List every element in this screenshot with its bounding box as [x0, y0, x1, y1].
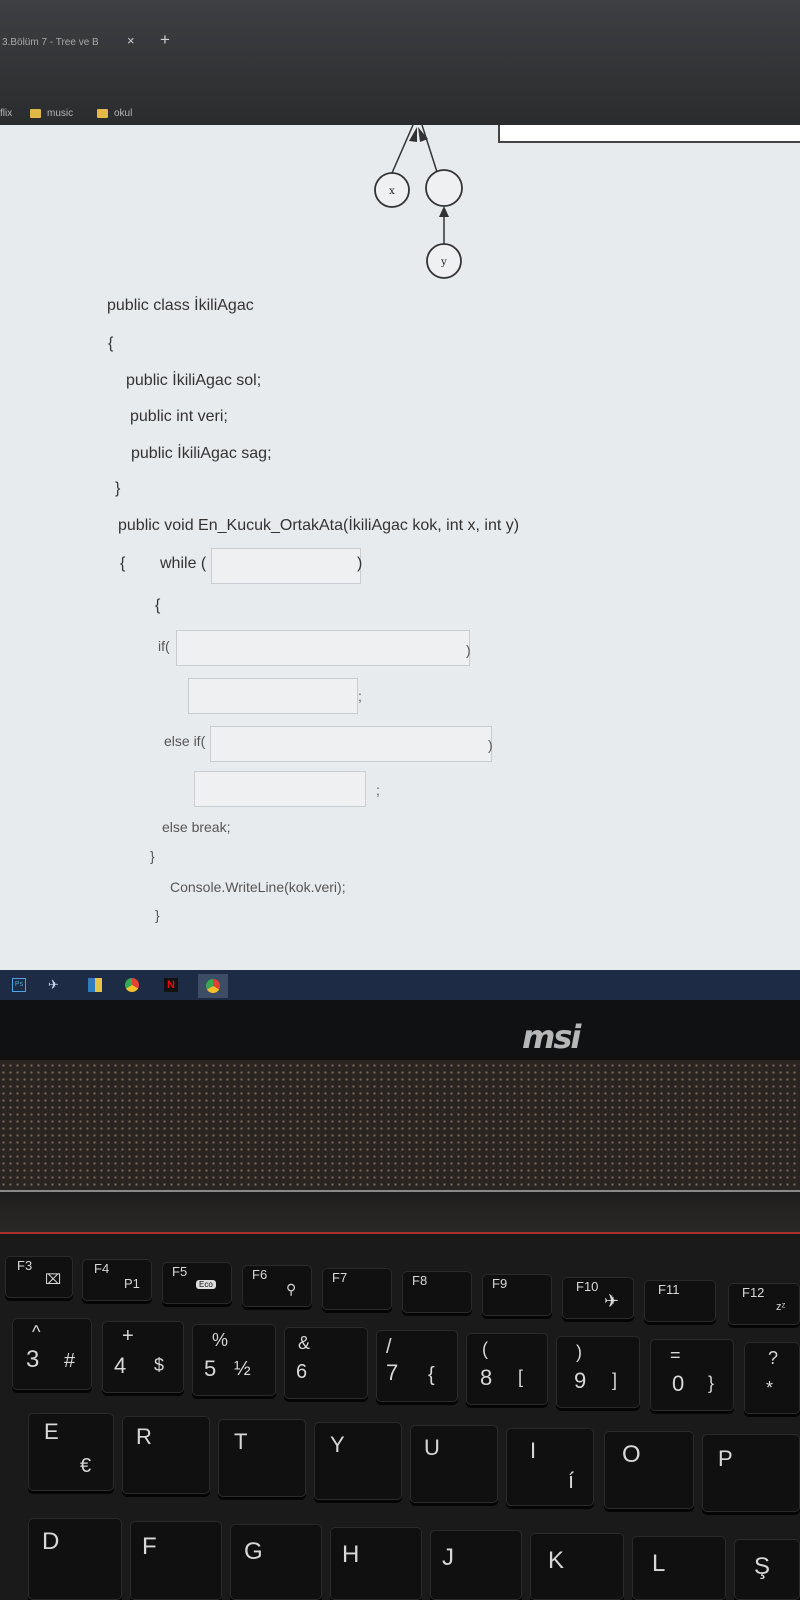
tree-diagram: x y — [374, 125, 463, 279]
key-4[interactable]: + 4 $ — [102, 1321, 184, 1393]
paren: ) — [488, 737, 493, 753]
key-p[interactable]: P — [702, 1434, 800, 1512]
key-8[interactable]: ( 8 [ — [466, 1333, 548, 1405]
tab-title: 3.Bölüm 7 - Tree ve B — [2, 37, 99, 48]
key-7[interactable]: / 7 { — [376, 1330, 458, 1402]
key-d[interactable]: D — [28, 1518, 122, 1600]
key-h[interactable]: H — [330, 1527, 422, 1600]
console-writeline: Console.WriteLine(kok.veri); — [170, 879, 346, 895]
key-f8[interactable]: F8 — [402, 1271, 472, 1313]
folder-icon — [97, 109, 108, 118]
key-f4[interactable]: F4 P1 — [82, 1259, 152, 1301]
tab-close-icon[interactable]: × — [127, 33, 135, 48]
chrome-icon — [206, 979, 220, 993]
bookmark-okul[interactable]: okul — [97, 108, 132, 119]
brace: } — [115, 480, 121, 497]
laptop-hinge — [0, 1190, 800, 1232]
chrome-icon[interactable] — [125, 978, 139, 992]
key-l[interactable]: L — [632, 1536, 726, 1600]
field-sol: public İkiliAgac sol; — [126, 372, 262, 389]
key-f[interactable]: F — [130, 1521, 222, 1600]
key-o[interactable]: O — [604, 1431, 694, 1509]
key-f9[interactable]: F9 — [482, 1274, 552, 1316]
else-if-condition-input[interactable] — [210, 726, 492, 762]
semicolon: ; — [358, 688, 362, 704]
key-f11[interactable]: F11 — [644, 1280, 716, 1322]
brace: { — [155, 597, 161, 614]
key-j[interactable]: J — [430, 1530, 522, 1600]
files-icon[interactable] — [88, 978, 102, 992]
semicolon: ; — [376, 782, 380, 798]
if-keyword: if( — [158, 638, 170, 654]
key-f7[interactable]: F7 — [322, 1268, 392, 1310]
arrow-head — [439, 206, 449, 217]
tree-node-parent — [425, 169, 463, 207]
brace: } — [155, 907, 160, 923]
while-keyword: while ( — [160, 555, 207, 572]
arrow-head — [409, 127, 417, 142]
key-u[interactable]: U — [410, 1425, 498, 1503]
new-tab-icon[interactable]: + — [160, 30, 170, 50]
field-veri: public int veri; — [130, 408, 228, 425]
while-condition-input[interactable] — [211, 548, 361, 584]
key-r[interactable]: R — [122, 1416, 210, 1494]
method-declaration: public void En_Kucuk_OrtakAta(İkiliAgac … — [118, 517, 520, 534]
chrome-active-tab[interactable] — [198, 974, 228, 998]
paren: ) — [357, 555, 363, 572]
node-y-label: y — [440, 257, 447, 268]
key-g[interactable]: G — [230, 1524, 322, 1600]
key-i[interactable]: I í — [506, 1428, 594, 1506]
browser-tab[interactable]: 3.Bölüm 7 - Tree ve B × — [0, 28, 150, 56]
key-6[interactable]: & 6 — [284, 1327, 368, 1399]
bookmark-label: okul — [114, 108, 133, 119]
key-f10[interactable]: F10 ✈ — [562, 1277, 634, 1319]
folder-icon — [30, 109, 41, 118]
key-question[interactable]: ? * — [744, 1342, 800, 1414]
bookmark-label: flix — [0, 108, 13, 119]
else-if-statement-input[interactable] — [194, 771, 366, 807]
else-break: else break; — [162, 819, 231, 835]
if-statement-input[interactable] — [188, 678, 358, 714]
key-f5[interactable]: F5 Eco — [162, 1262, 232, 1304]
key-0[interactable]: = 0 } — [650, 1339, 734, 1411]
brace: } — [150, 848, 155, 864]
key-3[interactable]: ^ 3 # — [12, 1318, 92, 1390]
key-k[interactable]: K — [530, 1533, 624, 1600]
key-5[interactable]: % 5 ½ — [192, 1324, 276, 1396]
key-9[interactable]: ) 9 ] — [556, 1336, 640, 1408]
key-f12[interactable]: F12 zᶻ — [728, 1283, 800, 1325]
key-e[interactable]: E € — [28, 1413, 114, 1491]
taskbar: Ps ✈ N — [0, 970, 800, 1000]
tree-edge — [391, 125, 414, 174]
field-sag: public İkiliAgac sag; — [131, 445, 272, 462]
laptop-bezel — [0, 1000, 800, 1060]
bookmark-label: music — [47, 108, 74, 119]
photoshop-icon[interactable]: Ps — [12, 978, 26, 992]
key-f3[interactable]: F3 ⌧ — [5, 1256, 73, 1298]
key-f6[interactable]: F6 ⚲ — [242, 1265, 312, 1307]
bookmark-music[interactable]: music — [30, 108, 73, 119]
key-s-cedilla[interactable]: Ş — [734, 1539, 800, 1600]
page-content: x y public class İkiliAgac { public İkil… — [0, 125, 800, 972]
node-x-label: x — [389, 186, 395, 197]
brand-logo: msi — [522, 1018, 581, 1056]
tree-edge — [421, 125, 438, 173]
speaker-grille — [0, 1060, 800, 1190]
steam-icon[interactable]: ✈ — [48, 978, 62, 992]
netflix-icon[interactable]: N — [164, 978, 178, 992]
else-if-keyword: else if( — [164, 733, 206, 749]
key-t[interactable]: T — [218, 1419, 306, 1497]
brace: { — [108, 335, 114, 352]
key-y[interactable]: Y — [314, 1422, 402, 1500]
class-declaration: public class İkiliAgac — [107, 297, 254, 314]
paren: ) — [466, 642, 471, 658]
brace: { — [120, 555, 126, 572]
browser-chrome: 3.Bölüm 7 - Tree ve B × + flix music oku… — [0, 0, 800, 130]
if-condition-input[interactable] — [176, 630, 470, 666]
bookmark-flix[interactable]: flix — [0, 108, 12, 119]
bookmarks-bar: flix music okul — [0, 102, 800, 126]
